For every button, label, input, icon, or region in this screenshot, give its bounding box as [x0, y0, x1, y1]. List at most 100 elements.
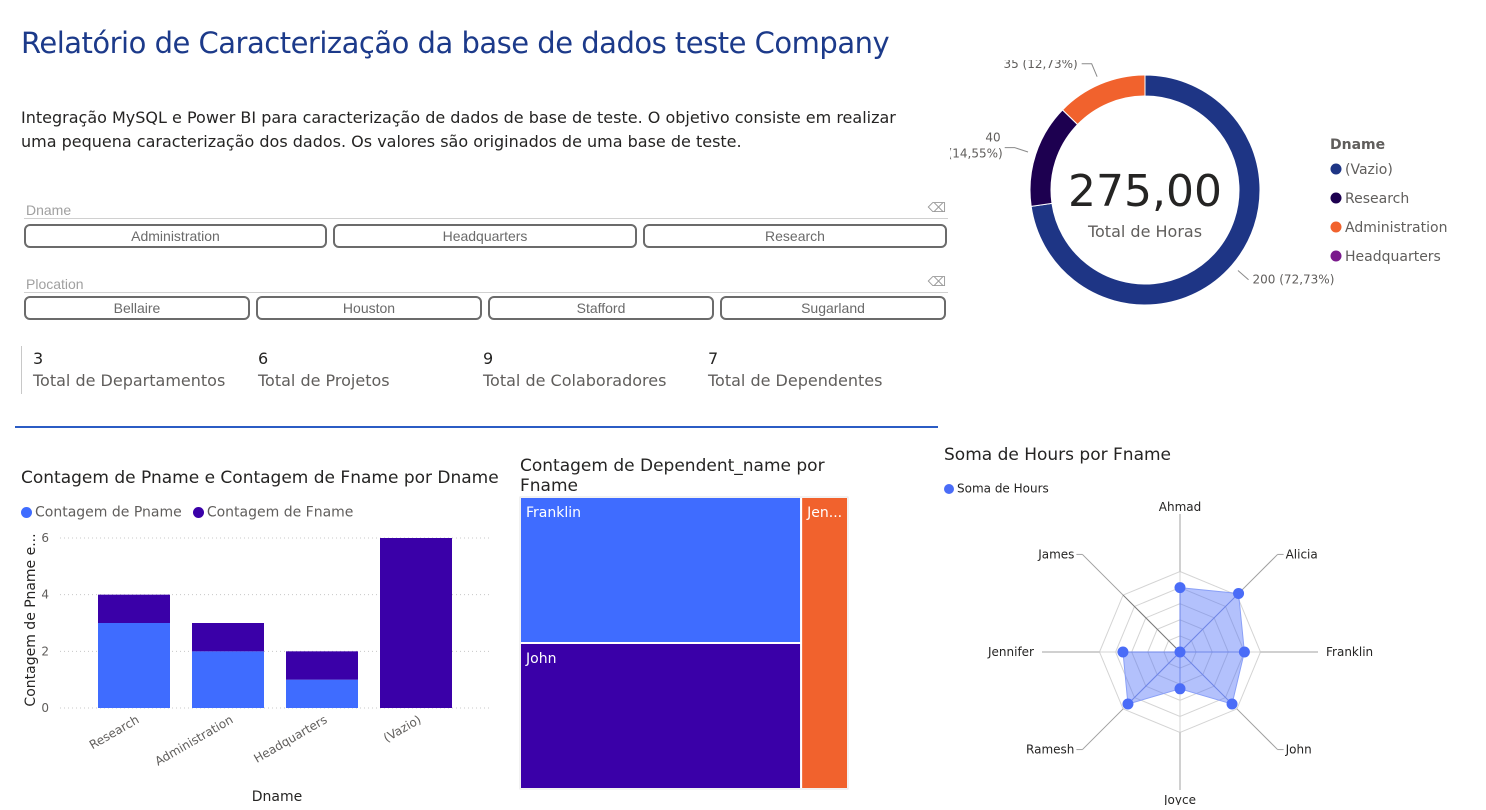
bar-chart-legend: Contagem de Pname Contagem de Fname [21, 502, 353, 521]
slicer-option-stafford[interactable]: Stafford [488, 296, 714, 320]
treemap-tile-label: Franklin [526, 505, 581, 521]
bar-chart-title: Contagem de Pname e Contagem de Fname po… [21, 468, 499, 488]
donut-legend-item[interactable]: (Vazio) [1345, 162, 1393, 178]
donut-leader-line [1081, 63, 1098, 77]
radar-title: Soma de Hours por Fname [944, 445, 1172, 465]
kpi-label: Total de Colaboradores [483, 371, 667, 390]
radar-category-label: Joyce [1163, 793, 1196, 805]
bar-x-axis-title: Dname [252, 789, 302, 805]
radar-category-label: Ramesh [1026, 743, 1074, 757]
eraser-icon[interactable]: ⌫ [928, 275, 946, 290]
slicer-option-research[interactable]: Research [643, 224, 947, 248]
donut-legend-item[interactable]: Research [1345, 191, 1409, 207]
donut-leader-line [1004, 147, 1029, 153]
bar-y-axis-title: Contagem de Pname e... [23, 533, 39, 706]
radar-chart[interactable]: Ahmad Alicia Franklin John Joyce Ramesh Jennif… [970, 495, 1390, 805]
treemap-tile-label: Jen... [806, 505, 842, 521]
slicer-option-headquarters[interactable]: Headquarters [333, 224, 637, 248]
radar-point-jennifer[interactable] [1117, 646, 1129, 658]
kpi-card-projetos: 6 Total de Projetos [258, 349, 390, 390]
legend-dot [1330, 250, 1342, 262]
donut-leader-line [1237, 270, 1249, 281]
x-tick-label: Headquarters [251, 712, 329, 765]
radar-category-label: Ahmad [1159, 500, 1201, 514]
dname-slicer-label: Dname [26, 202, 72, 218]
bar-pname-headquarters[interactable] [286, 679, 358, 708]
donut-legend: (Vazio) Research Administration Headquarter… [1330, 162, 1447, 265]
y-tick-label: 4 [41, 588, 49, 602]
kpi-value: 6 [258, 349, 269, 368]
radar-leader-line [1082, 708, 1124, 750]
slicer-option-sugarland[interactable]: Sugarland [720, 296, 946, 320]
legend-dot [1330, 163, 1342, 175]
radar-leader-line [1236, 708, 1278, 750]
radar-category-label: Franklin [1326, 645, 1373, 659]
treemap-tile-jen[interactable] [800, 496, 849, 790]
x-tick-label: Administration [152, 712, 235, 768]
kpi-value: 9 [483, 349, 494, 368]
legend-label-pname: Contagem de Pname [35, 504, 182, 521]
kpi-card-departamentos: 3 Total de Departamentos [33, 349, 225, 390]
slicer-option-bellaire[interactable]: Bellaire [24, 296, 250, 320]
treemap-title: Contagem de Dependent_name por Fname [520, 456, 825, 496]
slicer-option-administration[interactable]: Administration [24, 224, 327, 248]
x-tick-label: Research [87, 712, 142, 752]
y-tick-label: 0 [41, 701, 49, 715]
donut-center-value: 275,00 [1068, 166, 1222, 217]
radar-point-ramesh[interactable] [1122, 698, 1134, 710]
x-tick-label: (Vazio) [381, 712, 423, 745]
donut-data-label: 40 [985, 131, 1000, 145]
bar-chart[interactable]: 0 2 4 6 Research Administration Headquarters (… [15, 525, 505, 810]
kpi-card-dependentes: 7 Total de Dependentes [708, 349, 882, 390]
bar-fname-headquarters[interactable] [286, 651, 358, 680]
treemap-tile-john[interactable] [519, 642, 803, 790]
donut-slice-administration[interactable] [1061, 74, 1146, 126]
legend-dot [944, 483, 954, 494]
radar-category-label: Jennifer [987, 645, 1034, 659]
y-tick-label: 2 [41, 644, 49, 658]
page-title: Relatório de Caracterização da base de d… [21, 26, 890, 60]
radar-leader-line [1082, 554, 1124, 596]
legend-dot [1330, 221, 1342, 233]
donut-data-label: (14,55%) [950, 147, 1003, 161]
bar-pname-administration[interactable] [192, 651, 264, 708]
bar-fname-vazio[interactable] [380, 538, 452, 708]
radar-point-ahmad[interactable] [1174, 582, 1186, 594]
radar-point-joyce[interactable] [1174, 683, 1186, 695]
donut-chart[interactable]: 275,00 Total de Horas 200 (72,73%) 40 (14,… [950, 60, 1470, 350]
donut-legend-item[interactable]: Headquarters [1345, 249, 1441, 265]
donut-data-label: 35 (12,73%) [1003, 60, 1077, 71]
radar-point-james[interactable] [1174, 646, 1186, 658]
donut-center-label: Total de Horas [1087, 222, 1202, 241]
kpi-label: Total de Projetos [258, 371, 390, 390]
radar-category-label: James [1037, 547, 1074, 561]
legend-dot [192, 507, 204, 518]
radar-legend-label: Soma de Hours [957, 481, 1049, 496]
bar-pname-research[interactable] [98, 623, 170, 708]
kpi-card-colaboradores: 9 Total de Colaboradores [483, 349, 666, 390]
radar-point-franklin[interactable] [1238, 646, 1250, 658]
slicer-option-houston[interactable]: Houston [256, 296, 482, 320]
radar-category-label: Alicia [1286, 547, 1318, 561]
treemap-tile-label: John [525, 651, 556, 667]
bar-fname-administration[interactable] [192, 623, 264, 652]
legend-label-fname: Contagem de Fname [206, 504, 354, 521]
eraser-icon[interactable]: ⌫ [928, 201, 946, 216]
donut-legend-item[interactable]: Administration [1345, 220, 1447, 236]
section-divider [15, 426, 938, 428]
dname-slicer: Dname ⌫ Administration Headquarters Rese… [24, 200, 948, 252]
kpi-cards: 3 Total de Departamentos 6 Total de Proj… [21, 346, 941, 396]
radar-point-alicia[interactable] [1233, 587, 1245, 599]
bar-fname-research[interactable] [98, 594, 170, 623]
plocation-slicer-label: Plocation [26, 276, 84, 292]
legend-dot [21, 507, 32, 518]
kpi-value: 3 [33, 349, 44, 368]
kpi-value: 7 [708, 349, 719, 368]
y-tick-label: 6 [41, 531, 49, 545]
donut-legend-title: Dname [1330, 137, 1385, 153]
legend-dot [1330, 192, 1342, 204]
radar-leader-line [1236, 554, 1278, 596]
radar-point-john[interactable] [1226, 698, 1238, 710]
radar-category-label: John [1285, 743, 1312, 757]
treemap-chart[interactable]: Franklin John Jen... [518, 495, 850, 791]
